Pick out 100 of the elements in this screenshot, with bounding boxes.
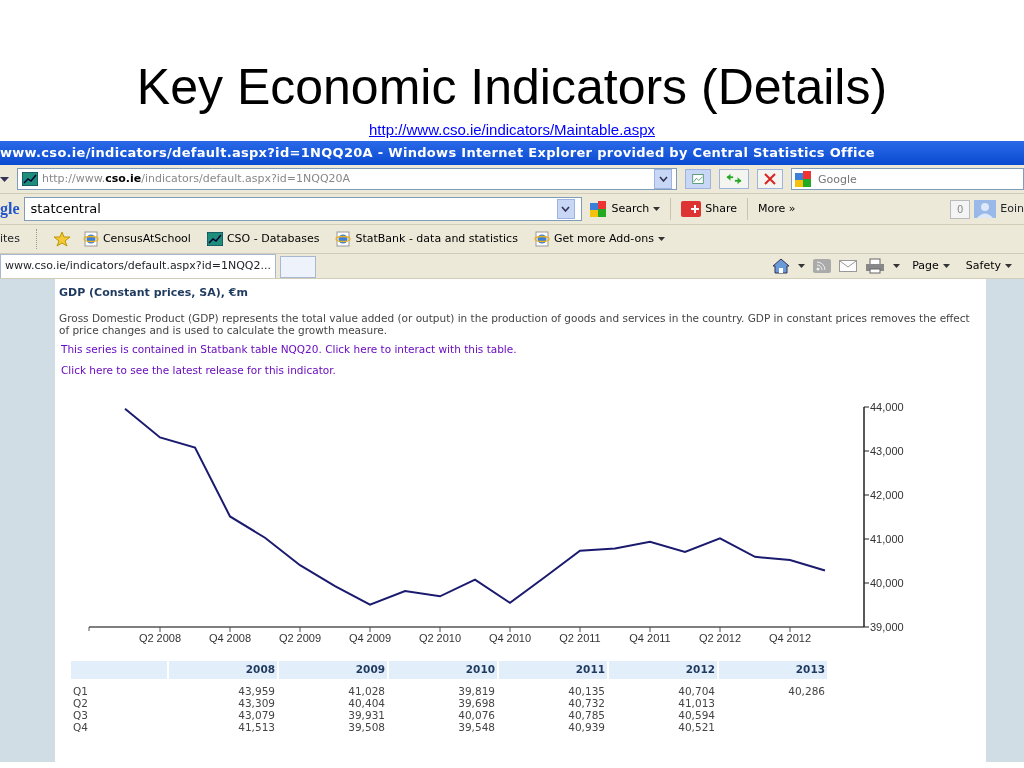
y-tick-label: 39,000: [870, 621, 904, 633]
command-menu[interactable]: Safety: [961, 257, 1016, 275]
row-label: Q1: [72, 684, 89, 697]
refresh-icon: [726, 173, 742, 185]
page-link[interactable]: This series is contained in Statbank table NQQ20. Click here to interact with this table.: [61, 341, 982, 358]
refresh-button[interactable]: [719, 169, 749, 189]
favorite-link[interactable]: CSO - Databases: [202, 230, 324, 248]
caret-icon: [798, 264, 806, 268]
table-cell-text: 41,013: [677, 696, 716, 709]
table-cell-text: 40,785: [567, 708, 606, 721]
x-tick-label: Q2 2008: [138, 632, 182, 644]
chevron-down-icon: [658, 176, 668, 182]
caret-icon: [657, 237, 665, 241]
indicator-heading: GDP (Constant prices, SA), €m: [59, 285, 249, 301]
printer-icon[interactable]: [865, 258, 886, 274]
table-cell-text: 40,404: [347, 696, 386, 709]
row-label: Q2: [72, 696, 89, 709]
user-name[interactable]: Eoin: [1000, 200, 1024, 218]
column-header: 2013: [719, 661, 827, 679]
x-tick-label: Q4 2008: [208, 632, 252, 644]
table-cell-text: 41,513: [237, 720, 276, 733]
y-tick-label: 41,000: [870, 533, 904, 545]
window-title: www.cso.ie/indicators/default.aspx?id=1NQQ20A - Windows Internet Explorer provided by Central Statistics Office: [0, 141, 1024, 165]
chart-icon: [206, 232, 223, 246]
x-tick-label: Q4 2011: [629, 632, 671, 644]
search-button[interactable]: Search: [585, 200, 665, 218]
table-cell-text: 40,076: [457, 708, 496, 721]
search-field[interactable]: Google: [791, 168, 1024, 190]
table-cell-text: 40,732: [567, 696, 606, 709]
x-tick-label: Q2 2009: [278, 632, 322, 644]
table-cell-text: 40,939: [567, 720, 606, 733]
caret-icon: [942, 264, 950, 268]
table-cell-text: 43,309: [237, 696, 276, 709]
x-tick-label: Q4 2009: [348, 632, 392, 644]
favorite-link[interactable]: CensusAtSchool: [78, 230, 195, 248]
row-label: Q4: [72, 720, 89, 733]
slide-link[interactable]: http://www.cso.ie/indicators/Maintable.aspx: [369, 121, 655, 138]
dropdown-button[interactable]: [654, 169, 672, 189]
picture-frame-icon: [692, 172, 704, 186]
slide-title: Key Economic Indicators (Details): [135, 58, 889, 112]
y-tick-label: 42,000: [870, 489, 904, 501]
star-icon[interactable]: [52, 231, 71, 247]
table-cell-text: 39,819: [457, 684, 496, 697]
colored-blocks-icon[interactable]: [589, 201, 608, 217]
query-field[interactable]: statcentral: [23, 197, 582, 221]
table-cell-text: 39,508: [347, 720, 386, 733]
column-header: 2012: [609, 661, 717, 679]
row-label: Q3: [72, 708, 89, 721]
table-cell-text: 40,135: [567, 684, 606, 697]
envelope-icon[interactable]: [839, 260, 858, 272]
compatibility-button[interactable]: [685, 169, 711, 189]
browser-tab[interactable]: www.cso.ie/indicators/default.aspx?id=1NQQ2...: [0, 254, 276, 278]
plus-square-icon[interactable]: [681, 201, 702, 217]
close-icon: [764, 173, 776, 185]
chart-icon: [22, 172, 38, 186]
caret-icon: [893, 264, 901, 268]
counter-badge: 0: [949, 199, 971, 219]
favorite-link[interactable]: Get more Add-ons: [529, 230, 669, 248]
more-button[interactable]: More »: [754, 200, 800, 218]
x-tick-label: Q4 2012: [768, 632, 812, 644]
table-cell-text: 43,079: [237, 708, 276, 721]
page-link[interactable]: Click here to see the latest release for this indicator.: [61, 363, 982, 379]
stop-button[interactable]: [757, 169, 783, 189]
table-cell-text: 40,594: [677, 708, 716, 721]
share-button[interactable]: Share: [677, 200, 742, 218]
column-header: 2011: [499, 661, 607, 679]
caret-icon: [1005, 264, 1012, 268]
table-cell-text: 40,704: [677, 684, 716, 697]
browser-icon: [533, 231, 550, 247]
avatar-icon: [974, 200, 997, 218]
table-cell-text: 40,286: [787, 684, 826, 697]
y-tick-label: 43,000: [870, 445, 904, 457]
x-tick-label: Q4 2010: [488, 632, 532, 644]
browser-icon: [335, 231, 352, 247]
table-cell-text: 41,028: [347, 684, 386, 697]
column-header: 2010: [389, 661, 497, 679]
colored-blocks-icon[interactable]: [795, 171, 813, 187]
x-tick-label: Q2 2011: [559, 632, 601, 644]
favorites-label[interactable]: ites: [0, 230, 20, 248]
chevron-down-icon: [561, 206, 571, 212]
column-header: 2008: [169, 661, 277, 679]
x-tick-label: Q2 2012: [698, 632, 742, 644]
table-cell-text: 43,959: [237, 684, 276, 697]
command-menu[interactable]: Page: [908, 257, 954, 275]
table-cell-text: 39,931: [347, 708, 386, 721]
caret-icon: [653, 207, 661, 211]
indicator-description: Gross Domestic Product (GDP) represents the total value added (or output) in the production of goods and services in the country. GDP in constant prices removes the effect of price changes and is used to calculate the growth measure.: [59, 311, 971, 336]
table-cell-text: 40,521: [677, 720, 716, 733]
browser-icon: [82, 231, 99, 247]
caret-icon[interactable]: [0, 176, 9, 182]
home-icon[interactable]: [772, 258, 791, 274]
y-tick-label: 44,000: [870, 401, 904, 413]
address-field[interactable]: http://www.cso.ie/indicators/default.aspx?id=1NQQ20A: [17, 168, 677, 190]
table-cell-text: 39,698: [457, 696, 496, 709]
favorite-link[interactable]: StatBank - data and statistics: [331, 230, 522, 248]
x-tick-label: Q2 2010: [418, 632, 462, 644]
y-tick-label: 40,000: [870, 577, 904, 589]
google-logo: gle: [0, 199, 20, 220]
column-header: 2009: [279, 661, 387, 679]
table-cell-text: 39,548: [457, 720, 496, 733]
